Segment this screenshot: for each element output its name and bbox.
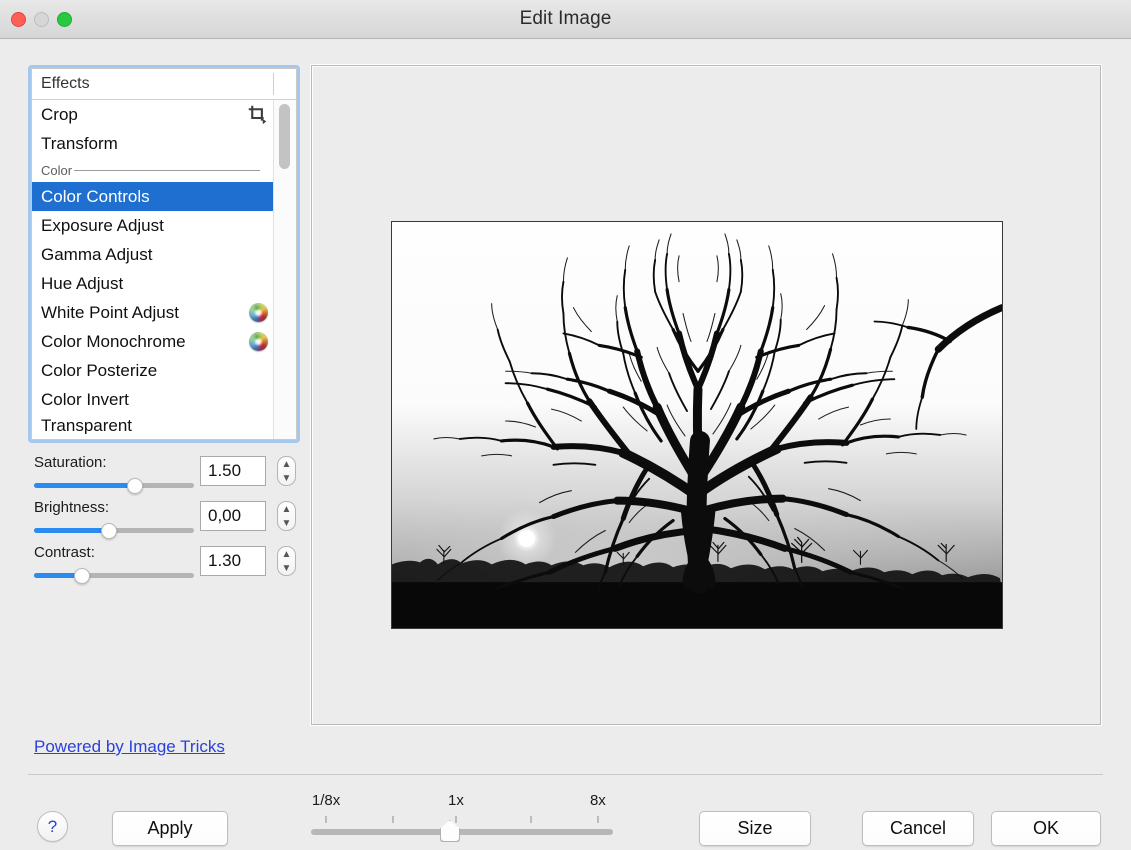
slider-fill — [34, 483, 135, 488]
image-preview-panel — [311, 65, 1101, 725]
sun-disc — [518, 529, 536, 547]
parameter-contrast: Contrast: 1.30 ▲ ▼ — [34, 544, 296, 584]
brightness-value-field[interactable]: 0,00 — [200, 501, 266, 531]
list-item-label: Hue Adjust — [41, 273, 124, 293]
parameter-row: 0,00 ▲ ▼ — [34, 501, 296, 539]
contrast-stepper[interactable]: ▲ ▼ — [277, 546, 296, 576]
scrollbar-thumb[interactable] — [279, 104, 290, 169]
stepper-up-arrow[interactable]: ▲ — [282, 504, 292, 514]
apply-button[interactable]: Apply — [112, 811, 228, 846]
close-button-icon[interactable] — [11, 11, 26, 27]
slider-thumb[interactable] — [101, 523, 118, 539]
slider-thumb[interactable] — [126, 478, 143, 494]
list-item-label: Color Monochrome — [41, 331, 186, 351]
list-item-color-monochrome[interactable]: Color Monochrome — [32, 327, 274, 356]
list-item-label: Color Invert — [41, 389, 129, 409]
zoom-tick — [530, 816, 532, 823]
list-item-hue-adjust[interactable]: Hue Adjust — [32, 269, 274, 298]
list-item-crop[interactable]: Crop — [32, 100, 274, 129]
slider-thumb[interactable] — [74, 568, 90, 584]
cancel-button[interactable]: Cancel — [862, 811, 974, 846]
zoom-tick — [597, 816, 599, 823]
list-item-label: White Point Adjust — [41, 302, 179, 322]
crop-icon — [247, 104, 268, 125]
effects-list-inner: Effects Crop Transform Color Color Contr… — [31, 68, 297, 440]
preview-image — [391, 221, 1003, 629]
list-item-transparent[interactable]: Transparent — [32, 414, 274, 434]
help-button[interactable]: ? — [37, 811, 68, 842]
saturation-slider[interactable] — [34, 478, 194, 494]
zoom-mid-label: 1x — [448, 792, 464, 809]
brightness-slider[interactable] — [34, 523, 194, 539]
list-item-transform[interactable]: Transform — [32, 129, 274, 158]
parameter-saturation: Saturation: 1.50 ▲ ▼ — [34, 454, 296, 494]
stepper-down-arrow[interactable]: ▼ — [282, 563, 292, 573]
stepper-up-arrow[interactable]: ▲ — [282, 549, 292, 559]
parameters-panel: Saturation: 1.50 ▲ ▼ Brightness: 0,00 ▲ … — [34, 454, 296, 589]
list-item-label: Transform — [41, 133, 118, 153]
stepper-down-arrow[interactable]: ▼ — [282, 518, 292, 528]
zoom-max-label: 8x — [589, 792, 606, 809]
list-item-label: Gamma Adjust — [41, 244, 153, 264]
list-group-color: Color — [32, 158, 274, 182]
list-item-label: Transparent — [41, 416, 133, 434]
tree-silhouette-graphic — [392, 222, 1002, 628]
effects-list-scroll-area: Crop Transform Color Color Controls Expo… — [32, 100, 296, 439]
edit-image-window: Edit Image Effects Crop Transform Color … — [0, 0, 1131, 848]
contrast-slider[interactable] — [34, 568, 194, 584]
left-panel: Effects Crop Transform Color Color Contr… — [0, 39, 300, 848]
list-group-label: Color — [41, 162, 73, 178]
image-preview-canvas[interactable] — [315, 69, 1097, 721]
stepper-up-arrow[interactable]: ▲ — [282, 459, 292, 469]
effects-list-header: Effects — [32, 69, 296, 100]
effects-list[interactable]: Effects Crop Transform Color Color Contr… — [28, 65, 300, 443]
effects-list-rows: Crop Transform Color Color Controls Expo… — [32, 100, 274, 439]
zoom-slider-track[interactable] — [311, 829, 613, 835]
traffic-lights — [11, 0, 72, 38]
column-divider — [273, 73, 274, 95]
effects-list-header-label: Effects — [41, 75, 90, 92]
window-content: Effects Crop Transform Color Color Contr… — [0, 39, 1131, 848]
ok-button[interactable]: OK — [991, 811, 1101, 846]
list-item-label: Color Controls — [41, 186, 150, 206]
zoom-slider-ticks — [311, 816, 613, 824]
saturation-stepper[interactable]: ▲ ▼ — [277, 456, 296, 486]
parameter-row: 1.30 ▲ ▼ — [34, 546, 296, 584]
stepper-down-arrow[interactable]: ▼ — [282, 473, 292, 483]
list-item-white-point-adjust[interactable]: White Point Adjust — [32, 298, 274, 327]
parameter-row: 1.50 ▲ ▼ — [34, 456, 296, 494]
parameter-brightness: Brightness: 0,00 ▲ ▼ — [34, 499, 296, 539]
group-divider-line — [74, 169, 260, 171]
brightness-stepper[interactable]: ▲ ▼ — [277, 501, 296, 531]
title-bar: Edit Image — [0, 0, 1131, 39]
zoom-tick — [325, 816, 327, 823]
list-item-color-controls[interactable]: Color Controls — [32, 182, 274, 211]
list-item-color-posterize[interactable]: Color Posterize — [32, 356, 274, 385]
list-item-label: Color Posterize — [41, 360, 158, 380]
list-item-gamma-adjust[interactable]: Gamma Adjust — [32, 240, 274, 269]
contrast-value-field[interactable]: 1.30 — [200, 546, 266, 576]
effects-list-scrollbar[interactable] — [273, 100, 296, 439]
bottom-toolbar: ? Apply 1/8x 1x 8x Size Cancel OK — [0, 774, 1131, 849]
color-wheel-icon — [249, 303, 268, 322]
zoom-tick — [392, 816, 394, 823]
zoom-slider-labels: 1/8x 1x 8x — [311, 792, 613, 812]
maximize-button-icon[interactable] — [57, 11, 72, 27]
list-item-exposure-adjust[interactable]: Exposure Adjust — [32, 211, 274, 240]
zoom-tick — [455, 816, 457, 823]
saturation-value-field[interactable]: 1.50 — [200, 456, 266, 486]
powered-by-link[interactable]: Powered by Image Tricks — [34, 737, 225, 757]
list-item-label: Crop — [41, 104, 78, 124]
zoom-min-label: 1/8x — [311, 792, 341, 809]
zoom-slider[interactable]: 1/8x 1x 8x — [311, 792, 613, 850]
list-item-label: Exposure Adjust — [41, 215, 164, 235]
list-item-color-invert[interactable]: Color Invert — [32, 385, 274, 414]
size-button[interactable]: Size — [699, 811, 811, 846]
window-title: Edit Image — [519, 8, 612, 29]
minimize-button-icon[interactable] — [34, 11, 49, 27]
slider-fill — [34, 528, 110, 533]
color-wheel-icon — [249, 332, 268, 351]
